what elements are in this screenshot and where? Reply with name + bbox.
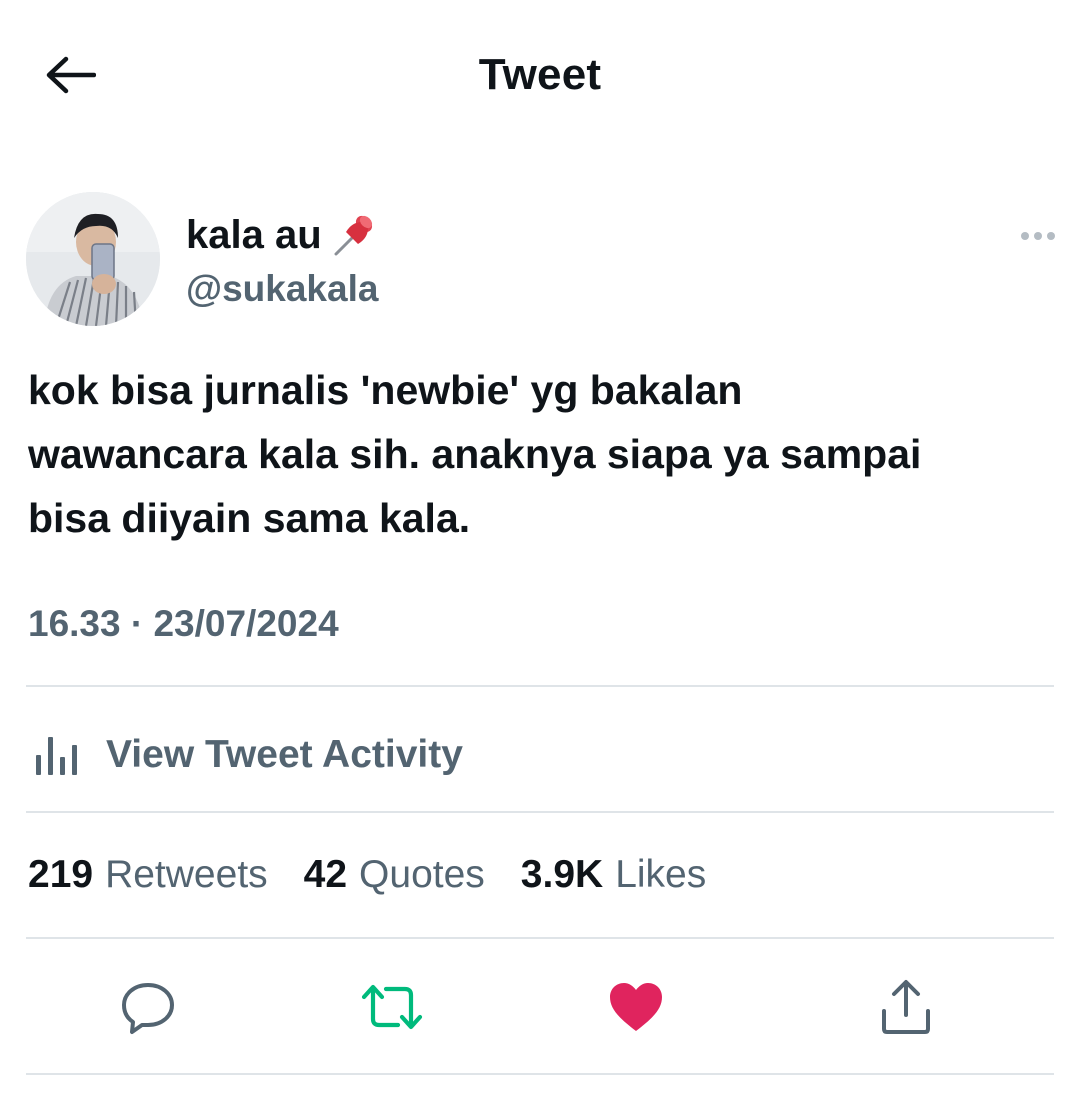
likes-count: 3.9K: [520, 853, 604, 896]
share-button[interactable]: [874, 975, 938, 1039]
pushpin-icon: [334, 215, 372, 256]
share-icon: [882, 980, 930, 1034]
author-name[interactable]: kala au: [186, 210, 380, 260]
author-name-text: kala au: [186, 212, 322, 257]
divider: [26, 811, 1054, 813]
tweet-timestamp[interactable]: 16.33 · 23/07/2024: [28, 603, 339, 645]
reply-button[interactable]: [116, 975, 180, 1039]
tweet-detail-screen: Tweet kala au @sukakala kok bisa jurnali…: [0, 0, 1080, 1098]
likes-stat[interactable]: 3.9K Likes: [521, 853, 706, 897]
divider: [26, 685, 1054, 687]
view-tweet-activity-label: View Tweet Activity: [106, 733, 463, 776]
analytics-icon: [36, 737, 77, 775]
view-tweet-activity-button[interactable]: View Tweet Activity: [30, 725, 463, 785]
tweet-text-line: kok bisa jurnalis 'newbie' yg bakalan: [28, 367, 743, 413]
tweet-text-line: wawancara kala sih. anaknya siapa ya sam…: [28, 431, 922, 477]
retweets-stat[interactable]: 219 Retweets: [28, 853, 268, 897]
engagement-stats: 219 Retweets 42 Quotes 3.9K Likes: [28, 853, 742, 897]
retweets-count: 219: [28, 853, 94, 896]
tweet-text: kok bisa jurnalis 'newbie' yg bakalan wa…: [28, 358, 1048, 550]
page-title: Tweet: [478, 50, 602, 99]
more-dot-icon: [1021, 232, 1029, 240]
like-button[interactable]: [604, 975, 668, 1039]
avatar[interactable]: [26, 192, 160, 326]
retweet-icon: [361, 984, 423, 1030]
more-options-button[interactable]: [1018, 222, 1058, 250]
tweet-text-line: bisa diiyain sama kala.: [28, 495, 471, 541]
divider: [26, 937, 1054, 939]
avatar-image: [26, 192, 160, 326]
heart-icon: [610, 983, 662, 1031]
quotes-stat[interactable]: 42 Quotes: [304, 853, 485, 897]
reply-icon: [122, 983, 174, 1034]
quotes-label: Quotes: [359, 853, 485, 896]
retweets-label: Retweets: [105, 853, 268, 896]
more-dot-icon: [1047, 232, 1055, 240]
quotes-count: 42: [303, 853, 348, 896]
retweet-button[interactable]: [360, 975, 424, 1039]
likes-label: Likes: [615, 853, 707, 896]
more-dot-icon: [1034, 232, 1042, 240]
author-handle[interactable]: @sukakala: [186, 268, 378, 310]
divider: [26, 1073, 1054, 1075]
